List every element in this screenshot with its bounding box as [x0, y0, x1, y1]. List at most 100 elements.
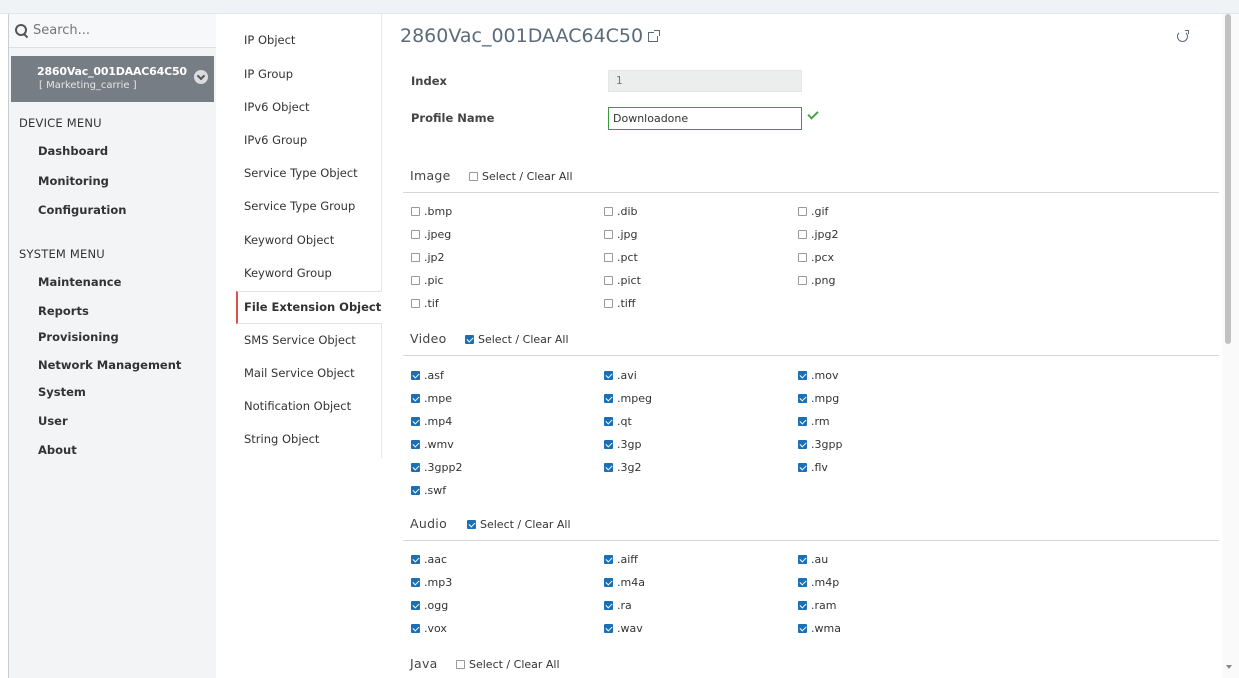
checkbox[interactable]	[604, 601, 613, 610]
video-select-all[interactable]: Select / Clear All	[465, 333, 569, 346]
image-option[interactable]: .jpg2	[798, 228, 839, 241]
object-ip-object[interactable]: IP Object	[244, 33, 295, 47]
video-option[interactable]: .wmv	[411, 438, 454, 451]
external-link-icon[interactable]	[648, 30, 661, 42]
checkbox[interactable]	[411, 440, 420, 449]
checkbox[interactable]	[604, 440, 613, 449]
checkbox[interactable]	[798, 371, 807, 380]
scroll-down-icon[interactable]	[1226, 665, 1232, 669]
object-service-type-group[interactable]: Service Type Group	[244, 199, 355, 213]
checkbox[interactable]	[411, 253, 420, 262]
video-option[interactable]: .mpg	[798, 392, 839, 405]
image-option[interactable]: .gif	[798, 205, 828, 218]
scrollbar-thumb[interactable]	[1225, 14, 1231, 344]
checkbox[interactable]	[411, 299, 420, 308]
audio-option[interactable]: .aiff	[604, 553, 638, 566]
menu-item-maintenance[interactable]: Maintenance	[38, 275, 121, 289]
audio-option[interactable]: .au	[798, 553, 828, 566]
checkbox[interactable]	[604, 253, 613, 262]
image-select-all-checkbox[interactable]	[469, 172, 478, 181]
audio-option[interactable]: .mp3	[411, 576, 452, 589]
image-option[interactable]: .jp2	[411, 251, 445, 264]
object-ipv6-object[interactable]: IPv6 Object	[244, 100, 310, 114]
menu-item-monitoring[interactable]: Monitoring	[38, 174, 109, 188]
profile-name-input[interactable]	[608, 107, 802, 130]
object-keyword-object[interactable]: Keyword Object	[244, 233, 334, 247]
image-option[interactable]: .png	[798, 274, 835, 287]
java-select-all-checkbox[interactable]	[456, 660, 465, 669]
checkbox[interactable]	[604, 276, 613, 285]
video-option[interactable]: .3gp	[604, 438, 641, 451]
object-sms-service-object[interactable]: SMS Service Object	[244, 333, 356, 347]
audio-option[interactable]: .m4p	[798, 576, 839, 589]
checkbox[interactable]	[798, 230, 807, 239]
image-option[interactable]: .jpeg	[411, 228, 451, 241]
checkbox[interactable]	[604, 230, 613, 239]
checkbox[interactable]	[798, 253, 807, 262]
image-option[interactable]: .pct	[604, 251, 638, 264]
video-option[interactable]: .asf	[411, 369, 444, 382]
checkbox[interactable]	[798, 555, 807, 564]
video-option[interactable]: .avi	[604, 369, 637, 382]
checkbox[interactable]	[411, 394, 420, 403]
object-string-object[interactable]: String Object	[244, 432, 319, 446]
audio-option[interactable]: .m4a	[604, 576, 645, 589]
audio-select-all[interactable]: Select / Clear All	[467, 518, 571, 531]
video-option[interactable]: .mov	[798, 369, 838, 382]
menu-item-about[interactable]: About	[38, 443, 77, 457]
checkbox[interactable]	[411, 371, 420, 380]
checkbox[interactable]	[411, 555, 420, 564]
object-mail-service-object[interactable]: Mail Service Object	[244, 366, 355, 380]
checkbox[interactable]	[604, 463, 613, 472]
video-option[interactable]: .qt	[604, 415, 632, 428]
checkbox[interactable]	[604, 207, 613, 216]
chevron-down-icon[interactable]	[194, 70, 208, 84]
checkbox[interactable]	[604, 417, 613, 426]
checkbox[interactable]	[411, 417, 420, 426]
checkbox[interactable]	[604, 371, 613, 380]
checkbox[interactable]	[604, 394, 613, 403]
menu-item-user[interactable]: User	[38, 414, 68, 428]
checkbox[interactable]	[411, 578, 420, 587]
checkbox[interactable]	[411, 463, 420, 472]
refresh-icon[interactable]	[1177, 30, 1189, 42]
image-option[interactable]: .bmp	[411, 205, 452, 218]
image-option[interactable]: .dib	[604, 205, 638, 218]
audio-option[interactable]: .wav	[604, 622, 643, 635]
menu-item-system[interactable]: System	[38, 385, 86, 399]
checkbox[interactable]	[798, 578, 807, 587]
video-option[interactable]: .3gpp	[798, 438, 842, 451]
video-option[interactable]: .swf	[411, 484, 446, 497]
image-option[interactable]: .jpg	[604, 228, 638, 241]
video-option[interactable]: .mpe	[411, 392, 452, 405]
audio-option[interactable]: .ram	[798, 599, 836, 612]
object-file-extension-object[interactable]: File Extension Object	[236, 291, 382, 324]
image-select-all[interactable]: Select / Clear All	[469, 170, 573, 183]
menu-item-dashboard[interactable]: Dashboard	[38, 144, 108, 158]
audio-option[interactable]: .ogg	[411, 599, 448, 612]
checkbox[interactable]	[411, 624, 420, 633]
checkbox[interactable]	[411, 230, 420, 239]
checkbox[interactable]	[798, 440, 807, 449]
menu-item-network-management[interactable]: Network Management	[38, 358, 181, 372]
checkbox[interactable]	[798, 463, 807, 472]
device-selector[interactable]: 2860Vac_001DAAC64C50 [ Marketing_carrie …	[11, 56, 214, 102]
image-option[interactable]: .tif	[411, 297, 439, 310]
image-option[interactable]: .pic	[411, 274, 444, 287]
video-option[interactable]: .mpeg	[604, 392, 652, 405]
video-option[interactable]: .3g2	[604, 461, 641, 474]
video-option[interactable]: .rm	[798, 415, 830, 428]
audio-option[interactable]: .wma	[798, 622, 841, 635]
image-option[interactable]: .tiff	[604, 297, 635, 310]
object-ip-group[interactable]: IP Group	[244, 67, 293, 81]
checkbox[interactable]	[604, 578, 613, 587]
checkbox[interactable]	[604, 299, 613, 308]
object-ipv6-group[interactable]: IPv6 Group	[244, 133, 307, 147]
object-notification-object[interactable]: Notification Object	[244, 399, 351, 413]
checkbox[interactable]	[798, 276, 807, 285]
search-input[interactable]	[33, 23, 203, 38]
video-option[interactable]: .flv	[798, 461, 828, 474]
video-option[interactable]: .3gpp2	[411, 461, 462, 474]
audio-select-all-checkbox[interactable]	[467, 520, 476, 529]
checkbox[interactable]	[798, 394, 807, 403]
